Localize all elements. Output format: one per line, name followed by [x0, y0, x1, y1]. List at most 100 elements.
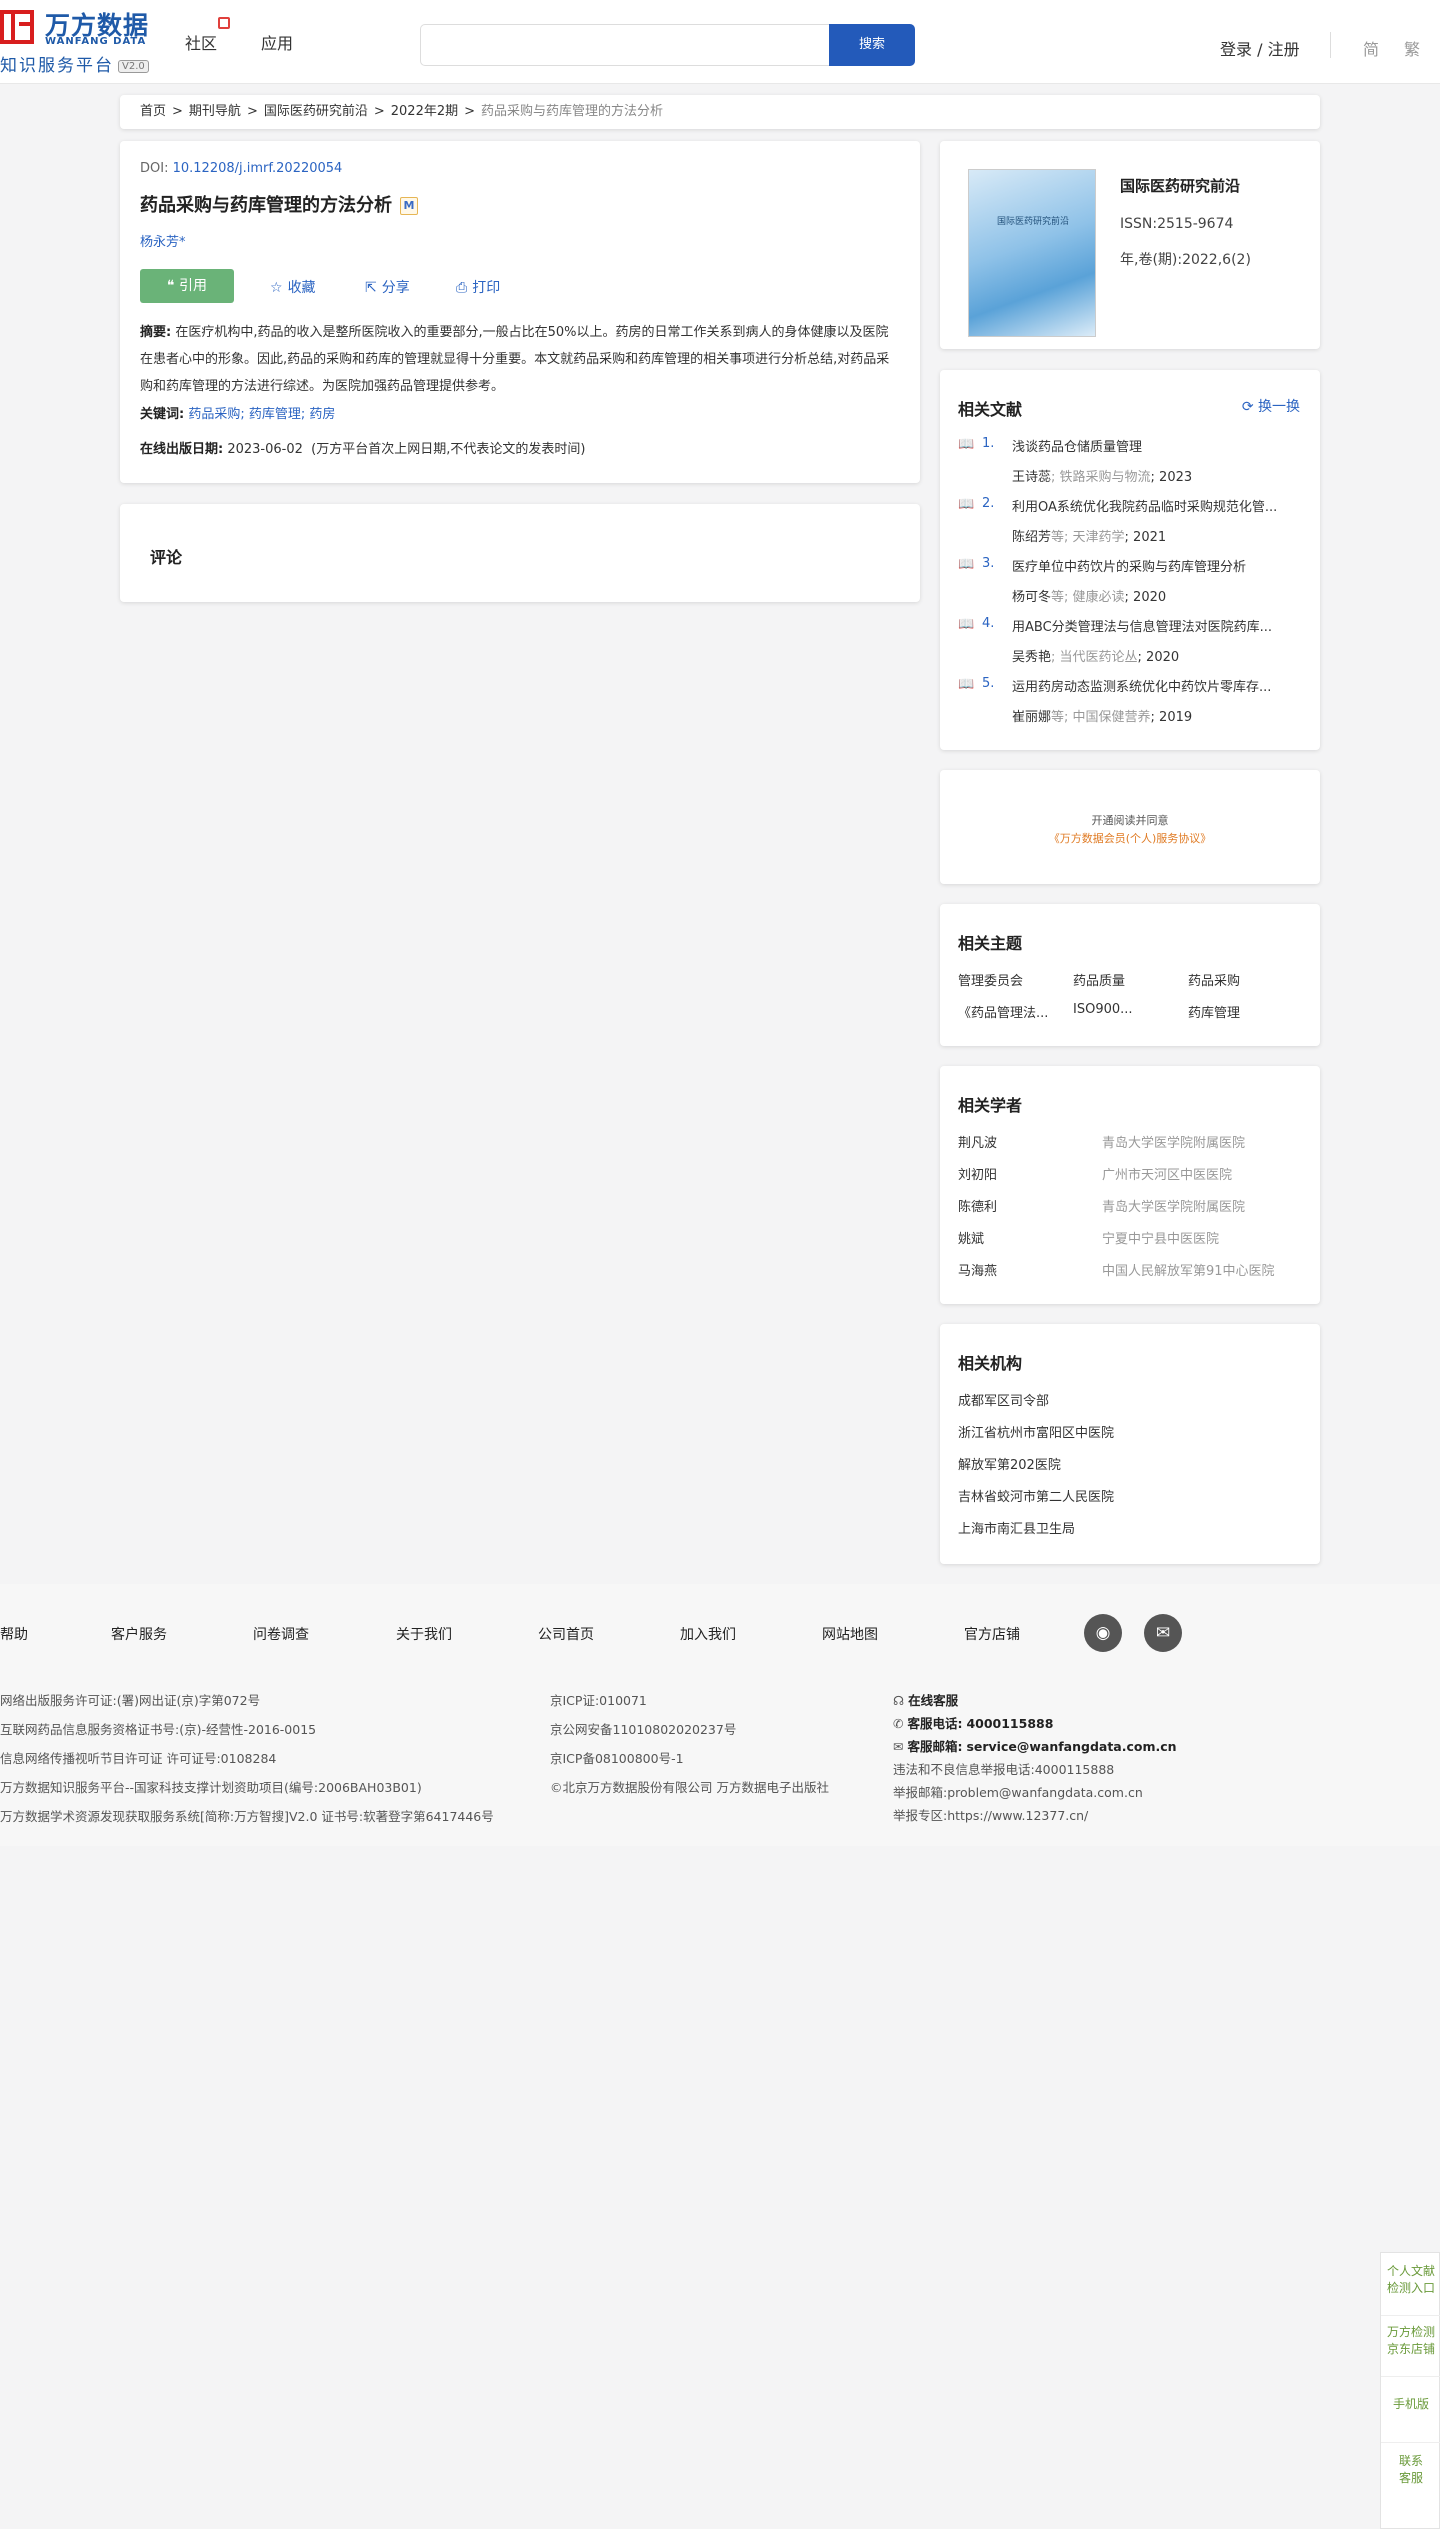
footer-nav-company[interactable]: 公司首页	[538, 1624, 594, 1644]
topic-item[interactable]: 药库管理	[1188, 1002, 1293, 1021]
email-value[interactable]: service@wanfangdata.com.cn	[966, 1739, 1176, 1754]
scholar-name[interactable]: 陈德利	[958, 1196, 997, 1215]
nav-apps[interactable]: 应用	[261, 30, 293, 54]
article-title: 药品采购与药库管理的方法分析 M	[140, 191, 418, 217]
related-item-title[interactable]: 浅谈药品仓储质量管理	[1012, 436, 1298, 455]
topic-item[interactable]: 药品采购	[1188, 970, 1293, 989]
breadcrumb-sep: >	[373, 104, 385, 119]
scholar-org[interactable]: 广州市天河区中医医院	[1102, 1164, 1232, 1183]
article-author[interactable]: 杨永芳*	[140, 231, 186, 250]
journal-cover[interactable]: 国际医药研究前沿	[968, 169, 1096, 337]
related-item-title[interactable]: 医疗单位中药饮片的采购与药库管理分析	[1012, 556, 1298, 575]
login-register-link[interactable]: 登录 / 注册	[1220, 36, 1300, 60]
star-icon: ☆	[270, 280, 283, 296]
print-button[interactable]: ⎙ 打印	[456, 277, 500, 297]
footer-nav-service[interactable]: 客户服务	[111, 1624, 167, 1644]
related-year: ; 2020	[1124, 590, 1167, 605]
footer-icp[interactable]: 京ICP备08100800号-1	[550, 1748, 684, 1767]
related-source: 等; 天津药学	[1051, 530, 1125, 545]
scholar-org[interactable]: 青岛大学医学院附属医院	[1102, 1196, 1245, 1215]
related-num: 1.	[982, 436, 995, 451]
related-item[interactable]: 📖 2. 利用OA系统优化我院药品临时采购规范化管... 陈绍芳等; 天津药学; 20…	[958, 496, 1308, 556]
org-item[interactable]: 解放军第202医院	[958, 1454, 1061, 1473]
breadcrumb-journals[interactable]: 期刊导航	[189, 104, 241, 119]
journal-issn: ISSN:2515-9674	[1120, 216, 1234, 232]
footer-nav-sitemap[interactable]: 网站地图	[822, 1624, 878, 1644]
scholar-org[interactable]: 青岛大学医学院附属医院	[1102, 1132, 1245, 1151]
search-input[interactable]	[420, 24, 830, 66]
breadcrumb: 首页 > 期刊导航 > 国际医药研究前沿 >2022年2期 > 药品采购与药库管理的方法分析	[120, 95, 1320, 129]
online-service-label: 在线客服	[908, 1693, 959, 1708]
float-mobile[interactable]: 手机版	[1381, 2396, 1440, 2413]
related-item-title[interactable]: 用ABC分类管理法与信息管理法对医院药库...	[1012, 616, 1298, 635]
weibo-icon[interactable]: ◉	[1084, 1614, 1122, 1652]
report-email[interactable]: 举报邮箱:problem@wanfangdata.com.cn	[893, 1782, 1143, 1801]
topic-item[interactable]: 管理委员会	[958, 970, 1063, 989]
doi-link[interactable]: 10.12208/j.imrf.20220054	[173, 161, 343, 176]
related-source: ; 铁路采购与物流	[1051, 470, 1151, 485]
breadcrumb-journal[interactable]: 国际医药研究前沿	[264, 104, 368, 119]
cover-title: 国际医药研究前沿	[996, 217, 1069, 227]
topics-title: 相关主题	[958, 934, 1023, 953]
site-logo[interactable]: 万方数据 WANFANG DATA 知识服务平台 V2.0	[0, 6, 155, 76]
pubdate-value: 2023-06-02	[227, 442, 303, 457]
topic-item[interactable]: 《药品管理法...	[958, 1002, 1063, 1021]
scholars-title: 相关学者	[958, 1096, 1023, 1115]
footer-nav-store[interactable]: 官方店铺	[964, 1624, 1020, 1644]
scholar-name[interactable]: 荆凡波	[958, 1132, 997, 1151]
favorite-button[interactable]: ☆ 收藏	[270, 277, 316, 297]
report-zone[interactable]: 举报专区:https://www.12377.cn/	[893, 1805, 1088, 1824]
footer-license: 信息网络传播视听节目许可证 许可证号:0108284	[0, 1751, 277, 1766]
footer-nav-survey[interactable]: 问卷调查	[253, 1624, 309, 1644]
related-item[interactable]: 📖 5. 运用药房动态监测系统优化中药饮片零库存... 崔丽娜等; 中国保健营养; 2…	[958, 676, 1308, 736]
share-icon: ⇱	[365, 280, 377, 296]
related-item[interactable]: 📖 1. 浅谈药品仓储质量管理 王诗蕊; 铁路采购与物流; 2023	[958, 436, 1308, 496]
book-icon: 📖	[958, 437, 975, 452]
scholar-name[interactable]: 姚斌	[958, 1228, 984, 1247]
related-meta: 陈绍芳等; 天津药学; 2021	[1012, 526, 1166, 545]
float-personal-check[interactable]: 个人文献检测入口	[1381, 2263, 1440, 2303]
org-item[interactable]: 浙江省杭州市富阳区中医院	[958, 1422, 1114, 1441]
swap-label: 换一换	[1258, 399, 1300, 415]
related-source: ; 当代医药论丛	[1051, 650, 1138, 665]
related-item-title[interactable]: 运用药房动态监测系统优化中药饮片零库存...	[1012, 676, 1298, 695]
share-button[interactable]: ⇱ 分享	[365, 277, 410, 297]
lang-traditional[interactable]: 繁	[1404, 36, 1420, 60]
topic-item[interactable]: ISO900...	[1073, 1002, 1178, 1017]
breadcrumb-home[interactable]: 首页	[140, 104, 166, 119]
related-source: 等; 健康必读	[1051, 590, 1125, 605]
lang-simplified[interactable]: 简	[1363, 36, 1379, 60]
footer-icp[interactable]: 京ICP证:010071	[550, 1690, 647, 1709]
related-item-title[interactable]: 利用OA系统优化我院药品临时采购规范化管...	[1012, 496, 1298, 515]
float-contact[interactable]: 联系客服	[1381, 2453, 1440, 2493]
footer-nav-about[interactable]: 关于我们	[396, 1624, 452, 1644]
search-button[interactable]: 搜索	[829, 24, 915, 66]
refresh-icon: ⟳	[1241, 399, 1258, 415]
footer-icp[interactable]: 京公网安备11010802020237号	[550, 1719, 736, 1738]
scholar-org[interactable]: 中国人民解放军第91中心医院	[1102, 1260, 1275, 1279]
cite-button[interactable]: ❝ 引用	[140, 269, 234, 303]
agreement-text: 开通阅读并同意	[1091, 814, 1169, 827]
scholar-name[interactable]: 马海燕	[958, 1260, 997, 1279]
topic-item[interactable]: 药品质量	[1073, 970, 1178, 989]
nav-community[interactable]: 社区	[185, 30, 217, 54]
scholar-org[interactable]: 宁夏中宁县中医医院	[1102, 1228, 1219, 1247]
footer-nav-help[interactable]: 帮助	[0, 1624, 28, 1644]
related-num: 2.	[982, 496, 995, 511]
agreement-link[interactable]: 《万方数据会员(个人)服务协议》	[940, 830, 1320, 846]
keywords-links[interactable]: 药品采购; 药库管理; 药房	[188, 407, 335, 422]
journal-name[interactable]: 国际医药研究前沿	[1120, 175, 1240, 196]
wechat-icon[interactable]: ✉	[1144, 1614, 1182, 1652]
related-item[interactable]: 📖 3. 医疗单位中药饮片的采购与药库管理分析 杨可冬等; 健康必读; 2020	[958, 556, 1308, 616]
scholar-name[interactable]: 刘初阳	[958, 1164, 997, 1183]
online-service[interactable]: ☊ 在线客服	[893, 1690, 958, 1709]
org-item[interactable]: 成都军区司令部	[958, 1390, 1049, 1409]
org-item[interactable]: 上海市南汇县卫生局	[958, 1518, 1075, 1537]
float-jd-store[interactable]: 万方检测京东店铺	[1381, 2324, 1440, 2364]
version-badge: V2.0	[118, 60, 149, 73]
swap-button[interactable]: ⟳ 换一换	[1242, 396, 1300, 416]
footer-nav-join[interactable]: 加入我们	[680, 1624, 736, 1644]
breadcrumb-issue[interactable]: 2022年2期	[391, 104, 458, 119]
org-item[interactable]: 吉林省蛟河市第二人民医院	[958, 1486, 1114, 1505]
related-item[interactable]: 📖 4. 用ABC分类管理法与信息管理法对医院药库... 吴秀艳; 当代医药论丛; 2…	[958, 616, 1308, 676]
